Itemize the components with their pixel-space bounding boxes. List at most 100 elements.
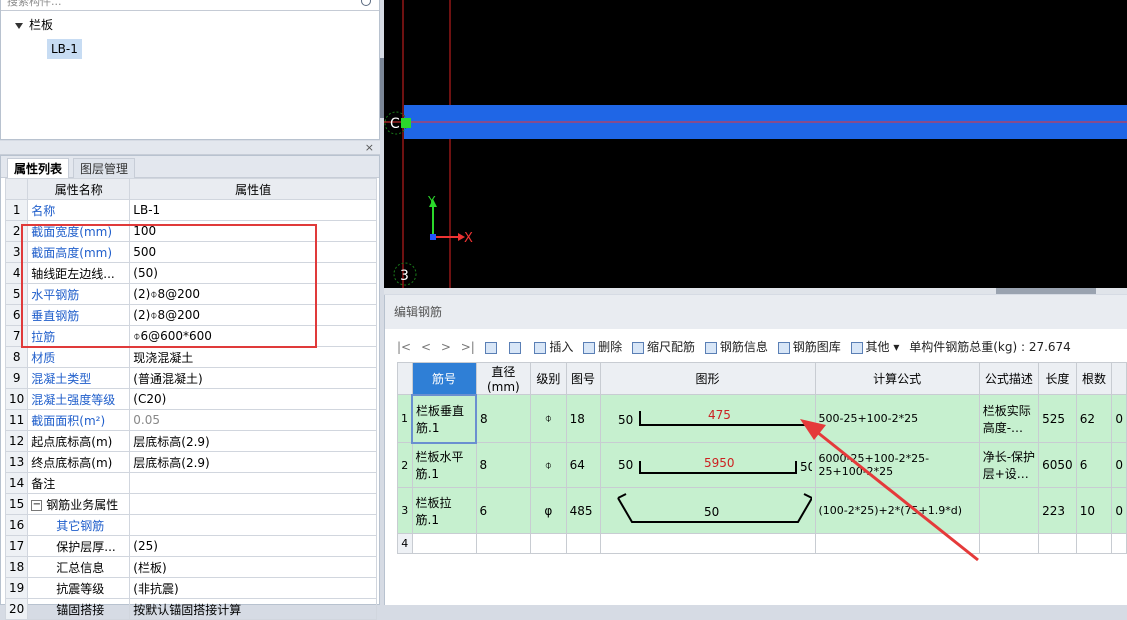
nav-next-button[interactable]: >: [441, 335, 451, 359]
length-cell[interactable]: [1038, 533, 1077, 554]
extra-cell[interactable]: 0: [1111, 487, 1127, 534]
formula-desc-cell[interactable]: 栏板实际高度-…: [978, 394, 1040, 443]
shape-cell[interactable]: [599, 533, 816, 554]
property-value[interactable]: [129, 472, 377, 494]
col-figure-no[interactable]: 图号: [565, 362, 601, 395]
property-row[interactable]: 11 截面面积(m²) 0.05: [4, 409, 377, 431]
formula-cell[interactable]: 6000-25+100-2*25-25+100-2*25: [814, 442, 980, 488]
property-row[interactable]: 14 备注: [4, 472, 377, 494]
shape-cell[interactable]: 50 5950 50: [599, 442, 816, 488]
snap-point[interactable]: [401, 118, 411, 128]
grade-cell[interactable]: ⌽: [530, 442, 567, 488]
shape-cell[interactable]: 50 475: [599, 394, 816, 443]
nav-last-button[interactable]: >|: [461, 335, 475, 359]
property-row[interactable]: 8 材质 现浇混凝土: [4, 346, 377, 368]
bar-id-cell[interactable]: [411, 533, 477, 554]
property-value[interactable]: (25): [129, 535, 377, 557]
property-row[interactable]: 1 名称 LB-1: [4, 199, 377, 221]
expand-triangle-icon[interactable]: [15, 22, 23, 29]
collapse-icon[interactable]: −: [31, 499, 43, 511]
move-down-button[interactable]: [509, 335, 524, 359]
property-row[interactable]: 12 起点底标高(m) 层底标高(2.9): [4, 430, 377, 452]
property-row[interactable]: 19 抗震等级 (非抗震): [4, 577, 377, 599]
col-extra[interactable]: [1111, 362, 1127, 395]
diameter-cell[interactable]: 6: [475, 487, 532, 534]
count-cell[interactable]: 10: [1075, 487, 1113, 534]
property-row[interactable]: 20 锚固搭接 按默认锚固搭接计算: [4, 598, 377, 620]
diameter-cell[interactable]: [475, 533, 532, 554]
formula-cell[interactable]: [814, 533, 980, 554]
rebar-library-button[interactable]: 钢筋图库: [777, 335, 841, 359]
formula-cell[interactable]: (100-2*25)+2*(75+1.9*d): [814, 487, 980, 534]
cad-horizontal-scrollbar[interactable]: [384, 288, 1127, 294]
extra-cell[interactable]: [1111, 533, 1127, 554]
col-length[interactable]: 长度: [1038, 362, 1077, 395]
property-value[interactable]: 层底标高(2.9): [129, 451, 377, 473]
rebar-row[interactable]: 2 栏板水平筋.1 8 ⌽ 64 50 5950 50 6000-25+100-2*25-25+…: [397, 442, 1127, 488]
property-value[interactable]: [129, 514, 377, 536]
shape-cell[interactable]: 50: [599, 487, 816, 534]
length-cell[interactable]: 223: [1038, 487, 1077, 534]
property-value[interactable]: (栏板): [129, 556, 377, 578]
count-cell[interactable]: 6: [1075, 442, 1113, 488]
search-icon[interactable]: [361, 0, 371, 6]
grade-cell[interactable]: [530, 533, 567, 554]
property-row[interactable]: 16 其它钢筋: [4, 514, 377, 536]
property-value[interactable]: 现浇混凝土: [129, 346, 377, 368]
tree-node-lb1[interactable]: LB-1: [47, 39, 82, 59]
tab-layers[interactable]: 图层管理: [73, 158, 136, 178]
length-cell[interactable]: 525: [1038, 394, 1077, 443]
search-input[interactable]: 搜索构件...: [1, 0, 379, 11]
shape-right-value[interactable]: 50: [800, 460, 815, 474]
diameter-cell[interactable]: 8: [475, 394, 532, 443]
rebar-row[interactable]: 3 栏板拉筋.1 6 φ 485 50 (100-2*25)+2*(75+1.9*d) 223…: [397, 487, 1127, 534]
cad-drawing-canvas[interactable]: C 3 Y X: [384, 0, 1127, 288]
tab-properties[interactable]: 属性列表: [7, 158, 70, 178]
diameter-cell[interactable]: 8: [475, 442, 532, 488]
col-count[interactable]: 根数: [1075, 362, 1113, 395]
col-formula[interactable]: 计算公式: [814, 362, 980, 395]
formula-desc-cell[interactable]: [978, 487, 1040, 534]
bar-id-cell[interactable]: 栏板垂直筋.1: [410, 393, 478, 444]
property-value[interactable]: [129, 493, 377, 515]
property-value[interactable]: 0.05: [129, 409, 377, 431]
bar-id-cell[interactable]: 栏板水平筋.1: [411, 442, 477, 488]
rebar-row[interactable]: 4: [397, 533, 1127, 554]
property-value[interactable]: LB-1: [129, 199, 377, 221]
property-row[interactable]: 17 保护层厚... (25): [4, 535, 377, 557]
count-cell[interactable]: 62: [1075, 394, 1113, 443]
property-value[interactable]: 层底标高(2.9): [129, 430, 377, 452]
nav-first-button[interactable]: |<: [397, 335, 411, 359]
extra-cell[interactable]: 0: [1111, 442, 1127, 488]
property-row[interactable]: 10 混凝土强度等级 (C20): [4, 388, 377, 410]
insert-button[interactable]: 插入: [534, 335, 573, 359]
property-value[interactable]: 按默认锚固搭接计算: [129, 598, 377, 620]
nav-prev-button[interactable]: <: [421, 335, 431, 359]
close-icon[interactable]: ×: [365, 141, 374, 154]
figure-no-cell[interactable]: 64: [565, 442, 601, 488]
shape-mid-value[interactable]: 50: [704, 505, 719, 519]
col-shape[interactable]: 图形: [599, 362, 816, 395]
panel-splitter[interactable]: ×: [0, 141, 380, 155]
col-diameter[interactable]: 直径(mm): [475, 362, 532, 395]
property-value[interactable]: (非抗震): [129, 577, 377, 599]
length-cell[interactable]: 6050: [1038, 442, 1077, 488]
col-bar-id[interactable]: 筋号: [411, 362, 477, 395]
delete-button[interactable]: 删除: [583, 335, 622, 359]
property-value[interactable]: (C20): [129, 388, 377, 410]
figure-no-cell[interactable]: [565, 533, 601, 554]
grade-cell[interactable]: φ: [530, 487, 567, 534]
figure-no-cell[interactable]: 18: [565, 394, 601, 443]
col-formula-desc[interactable]: 公式描述: [978, 362, 1040, 395]
formula-desc-cell[interactable]: [978, 533, 1040, 554]
bar-id-cell[interactable]: 栏板拉筋.1: [411, 487, 477, 534]
count-cell[interactable]: [1075, 533, 1113, 554]
scale-rebar-button[interactable]: 缩尺配筋: [632, 335, 695, 359]
shape-mid-value[interactable]: 5950: [704, 456, 735, 470]
shape-left-value[interactable]: 50: [618, 413, 633, 427]
rebar-row[interactable]: 1 栏板垂直筋.1 8 ⌽ 18 50 475 500-25+100-2*25 栏板实际高度-……: [397, 393, 1127, 444]
shape-mid-value[interactable]: 475: [708, 408, 731, 422]
col-grade[interactable]: 级别: [530, 362, 567, 395]
property-row[interactable]: 9 混凝土类型 (普通混凝土): [4, 367, 377, 389]
property-value[interactable]: (普通混凝土): [129, 367, 377, 389]
